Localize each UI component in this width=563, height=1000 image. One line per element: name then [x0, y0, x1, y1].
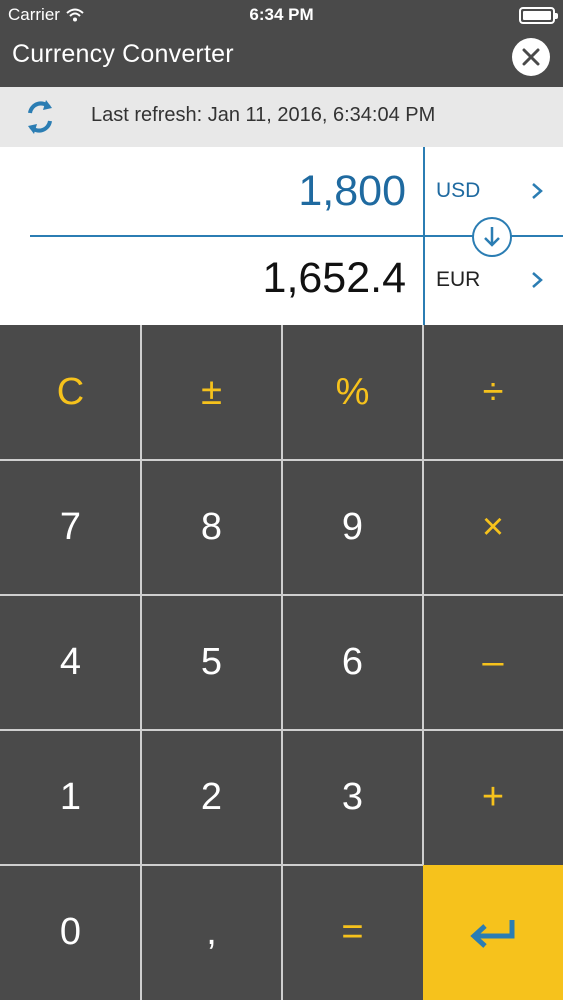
plus-minus-key-label: ±: [201, 371, 222, 413]
keypad-divider-horizontal: [0, 459, 563, 461]
to-amount[interactable]: 1,652.4: [263, 254, 406, 303]
status-bar: Carrier 6:34 PM: [0, 0, 563, 30]
digit-9-key-label: 9: [341, 506, 364, 548]
keypad: C ±% ÷ 7 8 9 × 4 5 6 – 1 2 3 +0, =: [0, 325, 563, 1000]
digit-0-key[interactable]: 0: [0, 865, 141, 1000]
digit-4-key-label: 4: [59, 641, 82, 683]
conversion-panel: 1,800 USD 1,652.4 EUR: [0, 147, 563, 325]
digit-1-key-label: 1: [59, 776, 82, 818]
digit-2-key[interactable]: 2: [141, 730, 282, 865]
top-bar: Carrier 6:34 PM Currency Converter: [0, 0, 563, 87]
digit-6-key-label: 6: [341, 641, 364, 683]
equals-key-label: =: [341, 911, 364, 953]
plus-minus-key[interactable]: ±: [141, 325, 282, 460]
from-amount[interactable]: 1,800: [298, 167, 406, 216]
divide-key-label: ÷: [482, 371, 504, 413]
digit-1-key[interactable]: 1: [0, 730, 141, 865]
digit-7-key[interactable]: 7: [0, 460, 141, 595]
refresh-icon[interactable]: [22, 97, 58, 137]
digit-5-key[interactable]: 5: [141, 595, 282, 730]
chevron-right-icon[interactable]: [530, 181, 544, 201]
digit-0-key-label: 0: [59, 911, 82, 953]
swap-button[interactable]: [472, 217, 512, 257]
close-button[interactable]: [512, 38, 550, 76]
status-time: 6:34 PM: [249, 5, 314, 24]
keypad-divider-horizontal: [0, 864, 423, 866]
battery-icon: [519, 7, 558, 24]
digit-3-key[interactable]: 3: [282, 730, 423, 865]
decimal-key[interactable]: ,: [141, 865, 282, 1000]
plus-key-label: +: [481, 776, 505, 818]
plus-key[interactable]: +: [423, 730, 563, 865]
multiply-key-label: ×: [481, 506, 505, 548]
digit-8-key[interactable]: 8: [141, 460, 282, 595]
return-arrow-icon: [470, 919, 515, 948]
to-currency[interactable]: EUR: [436, 268, 480, 292]
digit-8-key-label: 8: [200, 506, 223, 548]
minus-key[interactable]: –: [423, 595, 563, 730]
clear-key-label: C: [56, 371, 85, 413]
enter-key[interactable]: [423, 865, 563, 1000]
multiply-key[interactable]: ×: [423, 460, 563, 595]
keypad-divider-vertical: [140, 325, 142, 1000]
divide-key[interactable]: ÷: [423, 325, 563, 460]
clear-key[interactable]: C: [0, 325, 141, 460]
digit-5-key-label: 5: [200, 641, 223, 683]
digit-4-key[interactable]: 4: [0, 595, 141, 730]
digit-3-key-label: 3: [341, 776, 364, 818]
digit-9-key[interactable]: 9: [282, 460, 423, 595]
chevron-right-icon[interactable]: [530, 270, 544, 290]
keypad-divider-horizontal: [0, 594, 563, 596]
equals-key[interactable]: =: [282, 865, 423, 1000]
close-icon: [522, 48, 540, 66]
refresh-bar: Last refresh: Jan 11, 2016, 6:34:04 PM: [0, 87, 563, 147]
last-refresh-text: Last refresh: Jan 11, 2016, 6:34:04 PM: [91, 104, 436, 126]
digit-7-key-label: 7: [59, 506, 82, 548]
page-title: Currency Converter: [12, 40, 234, 68]
digit-2-key-label: 2: [200, 776, 223, 818]
digit-6-key[interactable]: 6: [282, 595, 423, 730]
decimal-key-label: ,: [206, 911, 217, 953]
from-currency[interactable]: USD: [436, 179, 480, 203]
minus-key-label: –: [482, 641, 504, 683]
keypad-divider-vertical: [281, 325, 283, 1000]
percent-key[interactable]: %: [282, 325, 423, 460]
arrow-down-circle-icon: [484, 227, 500, 247]
percent-key-label: %: [335, 371, 370, 413]
keypad-divider-horizontal: [0, 729, 563, 731]
